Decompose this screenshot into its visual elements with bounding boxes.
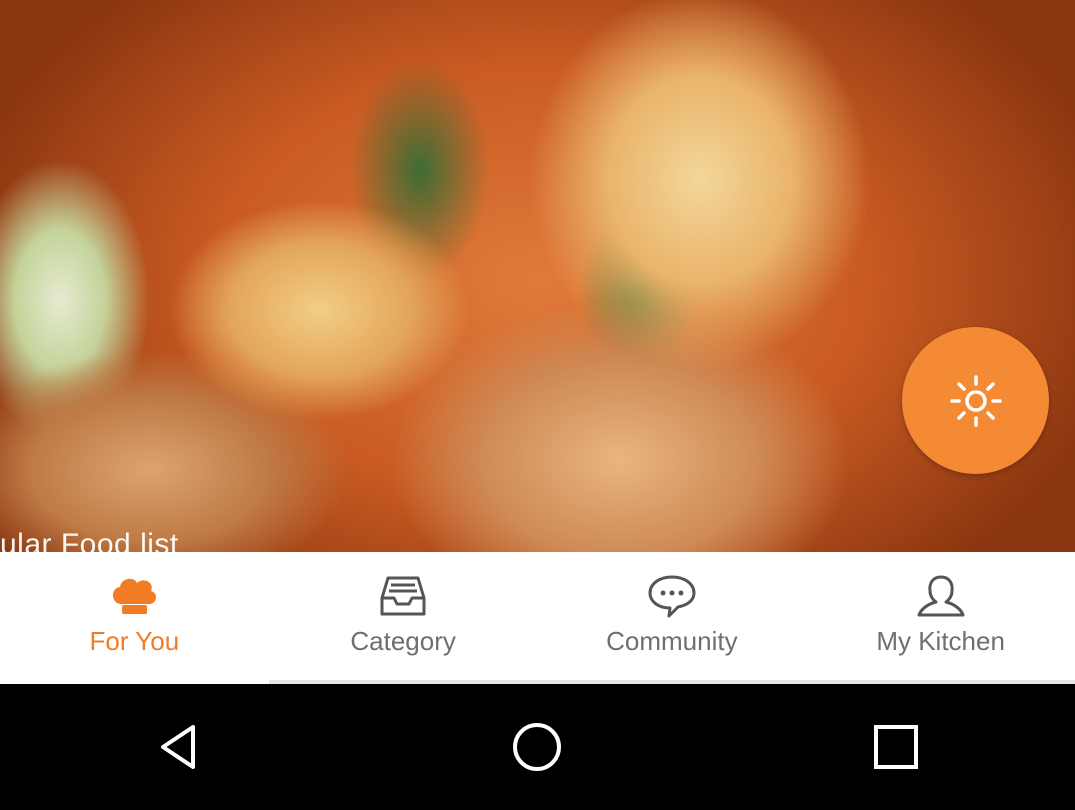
brightness-button[interactable] [902, 327, 1049, 474]
tab-label: Community [606, 626, 738, 656]
tab-label: For You [89, 626, 180, 656]
recents-icon [873, 725, 918, 769]
tab-my-kitchen[interactable]: My Kitchen [806, 552, 1075, 684]
hero-caption: ular Food list [0, 528, 179, 552]
tab-community[interactable]: Community [537, 552, 807, 684]
back-button[interactable] [134, 702, 224, 792]
recents-button[interactable] [851, 702, 941, 792]
back-icon [161, 725, 196, 769]
bottom-navigation: For You Category Community My Kitchen [0, 552, 1075, 684]
brightness-icon [949, 374, 1002, 427]
tab-label: Category [350, 626, 456, 656]
tab-category[interactable]: Category [268, 552, 538, 684]
tab-label: My Kitchen [876, 626, 1005, 656]
recipe-hero-image[interactable]: ular Food list [0, 0, 1075, 552]
tab-for-you[interactable]: For You [0, 552, 269, 684]
home-icon [513, 723, 562, 771]
home-button[interactable] [492, 702, 582, 792]
chef-hat-icon [106, 572, 162, 620]
person-icon [913, 572, 969, 620]
tray-icon [375, 572, 431, 620]
chat-bubble-icon [644, 572, 700, 620]
system-navigation-bar [0, 684, 1075, 810]
